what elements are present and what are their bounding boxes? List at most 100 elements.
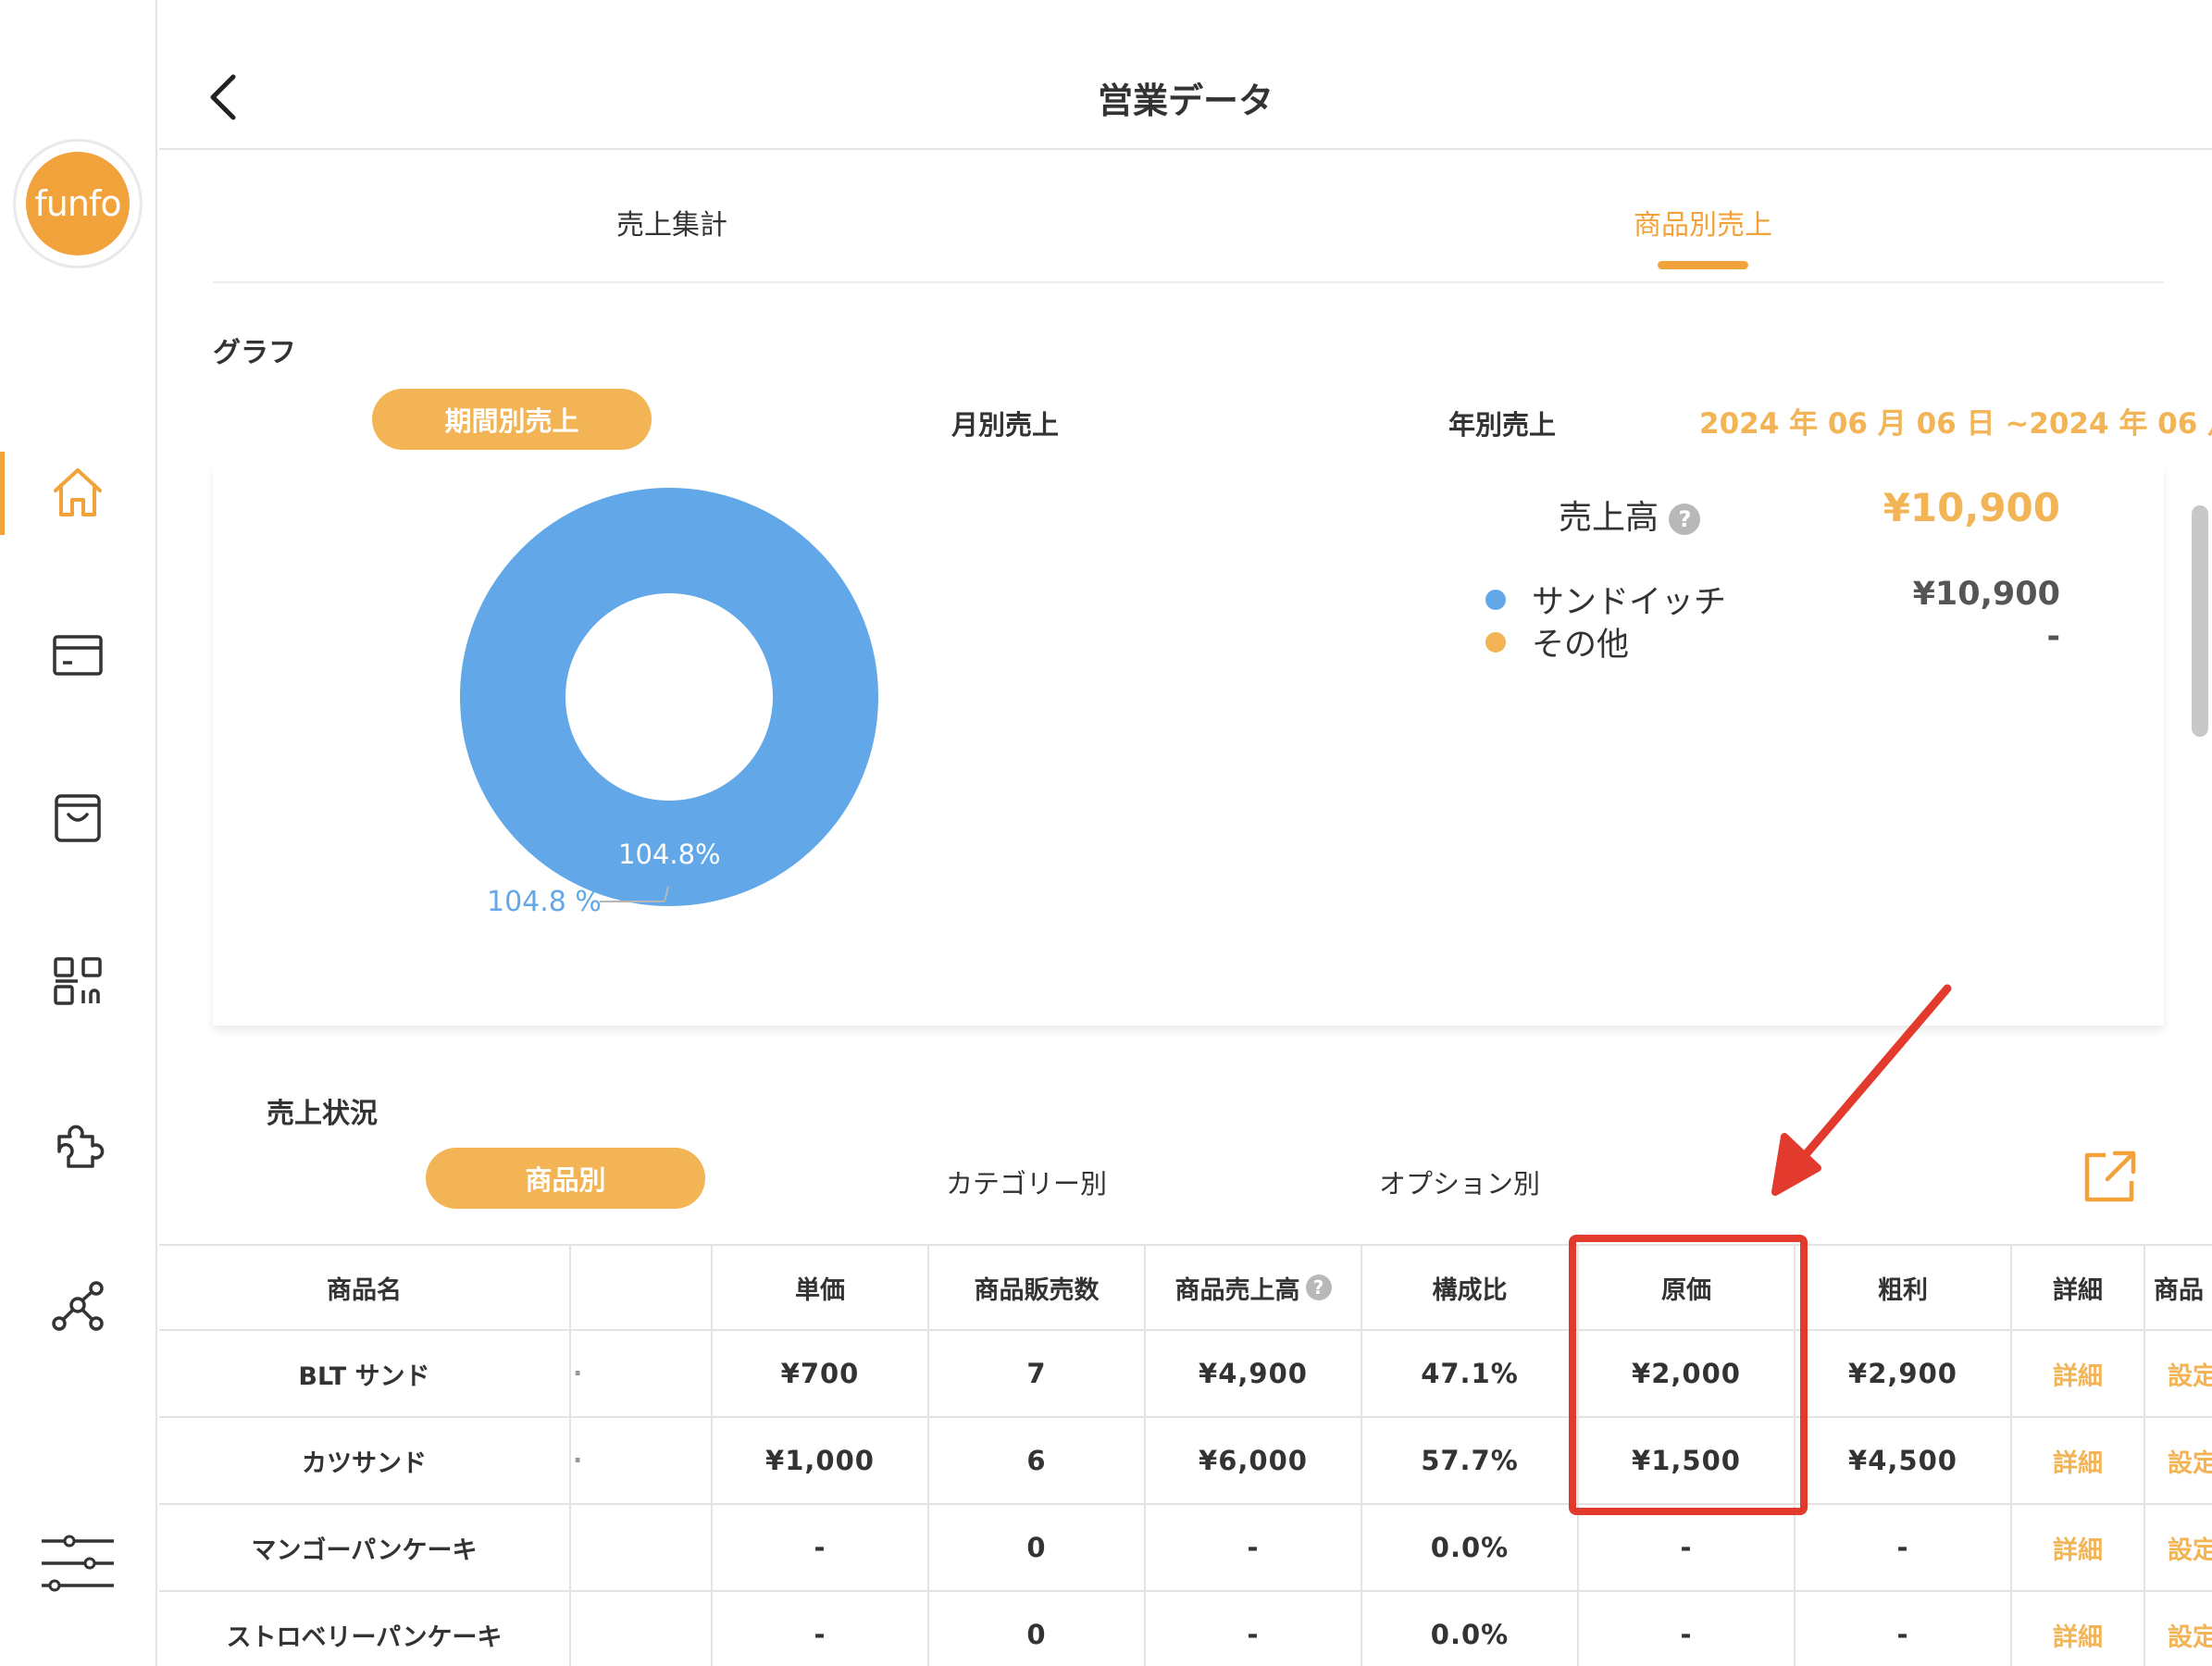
sidebar-item-settings[interactable]	[33, 1523, 122, 1605]
donut-outer-label: 104.8 %	[487, 886, 602, 918]
card-icon	[53, 635, 103, 676]
cell-cost: -	[1579, 1592, 1796, 1666]
graph-section-label: グラフ	[213, 337, 296, 369]
legend-item-label: サンドイッチ	[1532, 584, 1727, 621]
scrollbar-thumb[interactable]	[2192, 505, 2208, 737]
main-tabs: 売上集計 商品別売上	[213, 185, 2164, 283]
sidebar-item-home[interactable]	[37, 452, 118, 533]
annotation-highlight-box	[1569, 1235, 1808, 1515]
help-icon[interactable]: ?	[1305, 1274, 1332, 1300]
legend-title: 売上高 ?	[1559, 491, 1701, 539]
sidebar-item-plugins[interactable]	[37, 1103, 118, 1185]
col-header-product: 商品	[2145, 1244, 2212, 1331]
col-header-quantity: 商品販売数	[929, 1244, 1146, 1331]
cell-sales-amount: -	[1146, 1505, 1362, 1592]
col-header-blank	[571, 1244, 713, 1331]
cell-details-link[interactable]: 詳細	[2012, 1592, 2145, 1666]
legend-title-text: 売上高	[1559, 499, 1659, 537]
cell-gross-profit: -	[1796, 1505, 2012, 1592]
col-header-ratio: 構成比	[1362, 1244, 1579, 1331]
cell-ratio: 47.1%	[1362, 1331, 1579, 1418]
sidebar-active-indicator	[0, 452, 5, 535]
cell-unit-price: -	[713, 1592, 929, 1666]
tab-period-sales[interactable]: 期間別売上	[372, 389, 652, 450]
legend-item-value: -	[2046, 618, 2060, 655]
qr-code-icon	[54, 957, 102, 1005]
active-tab-underline	[1658, 261, 1748, 269]
cell-quantity: 7	[929, 1331, 1146, 1418]
legend-item-value: ¥10,900	[1912, 576, 2060, 613]
tab-by-option[interactable]: オプション別	[1379, 1162, 1540, 1201]
legend-dot-orange	[1485, 631, 1506, 653]
cell-settings-link[interactable]: 設定	[2145, 1505, 2212, 1592]
page-title: 営業データ	[1097, 81, 1274, 121]
cell-ratio: 0.0%	[1362, 1592, 1579, 1666]
sidebar-item-shop[interactable]	[37, 777, 118, 859]
cell-gross-profit: -	[1796, 1592, 2012, 1666]
cell-blank	[571, 1505, 713, 1592]
cell-sales-amount: ¥6,000	[1146, 1418, 1362, 1505]
cell-settings-link[interactable]: 設定	[2145, 1418, 2212, 1505]
shop-bag-icon	[55, 794, 101, 842]
table-row: ストロベリーパンケーキ-0-0.0%--詳細設定	[159, 1592, 2212, 1666]
col-header-details: 詳細	[2012, 1244, 2145, 1331]
cell-details-link[interactable]: 詳細	[2012, 1505, 2145, 1592]
tab-sales-by-product[interactable]: 商品別売上	[1634, 202, 1772, 242]
donut-inner-label: 104.8%	[618, 839, 721, 870]
cell-details-link[interactable]: 詳細	[2012, 1331, 2145, 1418]
help-icon[interactable]: ?	[1669, 504, 1701, 535]
cell-gross-profit: ¥4,500	[1796, 1418, 2012, 1505]
col-header-sales-amount: 商品売上高 ?	[1146, 1244, 1362, 1331]
cell-unit-price: ¥1,000	[713, 1418, 929, 1505]
puzzle-icon	[57, 1125, 105, 1168]
col-header-unit-price: 単価	[713, 1244, 929, 1331]
sidebar-item-network[interactable]	[37, 1266, 118, 1348]
funfo-logo[interactable]: funfo	[26, 152, 130, 255]
cell-product-name: ストロベリーパンケーキ	[159, 1592, 571, 1666]
cell-gross-profit: ¥2,900	[1796, 1331, 2012, 1418]
col-header-sales-amount-text: 商品売上高	[1174, 1275, 1300, 1305]
legend-dot-blue	[1485, 589, 1506, 610]
cell-product-name: マンゴーパンケーキ	[159, 1505, 571, 1592]
tab-sales-summary[interactable]: 売上集計	[616, 202, 727, 242]
cell-settings-link[interactable]: 設定	[2145, 1592, 2212, 1666]
cell-blank	[571, 1592, 713, 1666]
graph-card	[213, 466, 2164, 1026]
legend-item-sandwich: サンドイッチ	[1485, 576, 1726, 623]
cell-quantity: 0	[929, 1592, 1146, 1666]
col-header-gross-profit: 粗利	[1796, 1244, 2012, 1331]
cell-blank: ·	[571, 1418, 713, 1505]
table-row: マンゴーパンケーキ-0-0.0%--詳細設定	[159, 1505, 2212, 1592]
table-header-row: 商品名 単価 商品販売数 商品売上高 ? 構成比 原価 粗利 詳細 商品	[159, 1244, 2212, 1331]
table-row: カツサンド·¥1,0006¥6,00057.7%¥1,500¥4,500詳細設定	[159, 1418, 2212, 1505]
screen: funfo 営業データ 売上集計 商品別売上 グラフ 期間別売上 月別売上 年別…	[0, 0, 2212, 1666]
cell-details-link[interactable]: 詳細	[2012, 1418, 2145, 1505]
cell-sales-amount: -	[1146, 1592, 1362, 1666]
legend-item-other: その他	[1485, 618, 1629, 665]
network-icon	[52, 1281, 104, 1331]
tab-by-category[interactable]: カテゴリー別	[946, 1162, 1107, 1201]
table-row: BLT サンド·¥7007¥4,90047.1%¥2,000¥2,900詳細設定	[159, 1331, 2212, 1418]
cell-quantity: 0	[929, 1505, 1146, 1592]
date-range[interactable]: 2024 年 06 月 06 日 ~2024 年 06 月 06 日	[1699, 400, 2212, 441]
logo-ring: funfo	[13, 139, 143, 268]
export-button[interactable]	[2080, 1148, 2139, 1207]
arrow-head	[1771, 1133, 1821, 1196]
cell-cost: -	[1579, 1505, 1796, 1592]
sales-section-label: 売上状況	[267, 1098, 378, 1130]
sidebar: funfo	[0, 0, 157, 1666]
cell-settings-link[interactable]: 設定	[2145, 1331, 2212, 1418]
tab-yearly-sales[interactable]: 年別売上	[1448, 404, 1556, 442]
external-link-icon	[2084, 1150, 2136, 1202]
settings-sliders-icon	[42, 1535, 114, 1592]
tab-by-product[interactable]: 商品別	[426, 1148, 705, 1209]
legend-total: ¥10,900	[1883, 485, 2060, 530]
sidebar-item-qr[interactable]	[37, 940, 118, 1022]
home-icon	[54, 468, 102, 516]
cell-ratio: 0.0%	[1362, 1505, 1579, 1592]
tab-monthly-sales[interactable]: 月別売上	[951, 404, 1059, 442]
sidebar-item-card[interactable]	[37, 615, 118, 696]
cell-blank: ·	[571, 1331, 713, 1418]
cell-sales-amount: ¥4,900	[1146, 1331, 1362, 1418]
page-header: 営業データ	[159, 0, 2212, 150]
